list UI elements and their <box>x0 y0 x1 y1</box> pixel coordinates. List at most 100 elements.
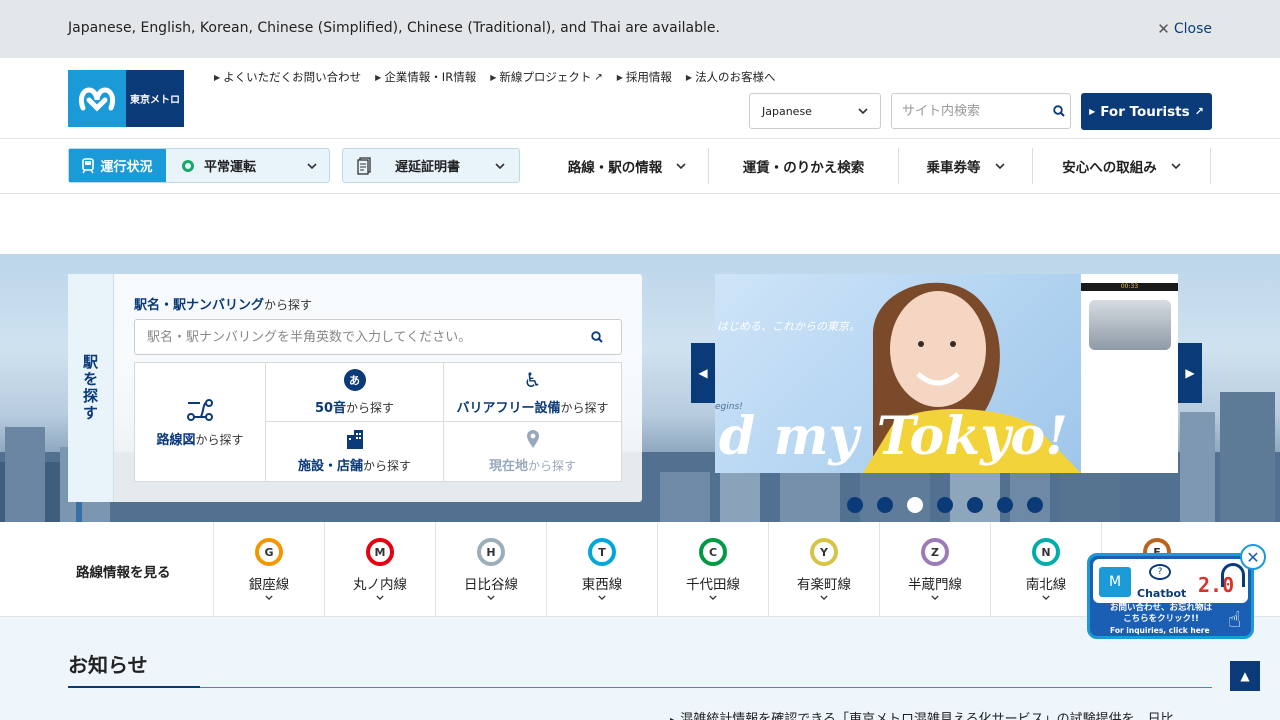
station-search-input[interactable] <box>147 329 587 345</box>
facility-label: 施設・店舗 <box>297 459 363 474</box>
line-item[interactable]: M 丸ノ内線 <box>324 522 435 617</box>
line-badge: N <box>1032 538 1060 566</box>
search-icon[interactable] <box>1048 105 1070 117</box>
delay-certificate-button[interactable]: 遅延証明書 <box>342 148 520 183</box>
notices-title: お知らせ <box>68 653 148 677</box>
promo-banner[interactable]: はじめる、これからの東京。 egins! d my Tokyo! <box>715 274 1081 473</box>
carousel-dot[interactable] <box>1027 497 1043 513</box>
util-link-faq[interactable]: ▶ よくいただくお問い合わせ <box>214 69 361 85</box>
line-name: 丸ノ内線 <box>353 577 407 593</box>
nav-item-lines-stations[interactable]: 路線・駅の情報 <box>546 148 709 184</box>
promo-sub-copy: はじめる、これからの東京。 <box>717 320 860 333</box>
nav-item-label: 路線・駅の情報 <box>567 160 663 176</box>
chevron-down-icon <box>1171 163 1181 169</box>
chatbot-line-3: For inquiries, click here <box>1110 626 1210 635</box>
route-map-sub: から探す <box>195 432 244 447</box>
nav-item-label: 運賃・のりかえ検索 <box>742 160 865 176</box>
station-search-title-sub: から探す <box>264 298 313 312</box>
line-item[interactable]: H 日比谷線 <box>435 522 546 617</box>
station-search-box <box>134 319 622 355</box>
arrow-right-icon: ▶ <box>1089 107 1096 116</box>
carousel-dot[interactable] <box>967 497 983 513</box>
chatbot-line-2: こちらをクリック!! <box>1123 614 1199 624</box>
chevron-down-icon <box>858 108 868 114</box>
line-item[interactable]: Z 半蔵門線 <box>879 522 990 617</box>
util-link-label: 法人のお客様へ <box>695 70 776 84</box>
search-by-barrier-free[interactable]: ♿ バリアフリー設備から探す <box>444 363 621 422</box>
search-by-facility[interactable]: 施設・店舗から探す <box>266 422 444 481</box>
logo-text[interactable]: 東京メトロ <box>126 70 184 127</box>
chatbot-widget[interactable]: M ? Chatbot 2.0 お問い合わせ、お忘れ物は こちらをクリック!! … <box>1087 553 1254 639</box>
arrow-right-icon: ▶ <box>616 72 623 82</box>
nav-item-tickets[interactable]: 乗車券等 <box>899 148 1033 184</box>
chevron-down-icon <box>676 163 686 169</box>
chevron-down-icon <box>709 595 717 600</box>
promo-carousel[interactable]: はじめる、これからの東京。 egins! d my Tokyo! 00:33 <box>715 274 1178 473</box>
promo-catch-copy: d my Tokyo! <box>719 406 1068 467</box>
line-name: 半蔵門線 <box>908 577 962 593</box>
promo-side-timer: 00:33 <box>1081 283 1178 291</box>
util-link-corporate[interactable]: ▶ 企業情報・IR情報 <box>375 69 476 85</box>
site-search-input[interactable] <box>902 96 1048 126</box>
search-by-route-map[interactable]: 路線図から探す <box>135 363 266 481</box>
util-link-new-line[interactable]: ▶ 新線プロジェクト ↗ <box>490 69 603 85</box>
carousel-dot[interactable] <box>997 497 1013 513</box>
line-item[interactable]: Y 有楽町線 <box>768 522 879 617</box>
line-badge: H <box>477 538 505 566</box>
search-icon[interactable] <box>591 328 603 347</box>
external-link-icon: ↗ <box>1194 105 1204 118</box>
chevron-down-icon <box>598 595 606 600</box>
line-item[interactable]: N 南北線 <box>990 522 1101 617</box>
line-item[interactable]: G 銀座線 <box>213 522 324 617</box>
kana-label: 50音 <box>314 400 347 416</box>
chatbot-close-button[interactable]: ✕ <box>1240 544 1266 570</box>
hero-section: 駅を探す 駅名・駅ナンバリングから探す 路線図から探す あ 50音から探す ♿ … <box>0 254 1280 522</box>
operation-status[interactable]: 運行状況 平常運転 <box>68 148 330 183</box>
line-badge: G <box>255 538 283 566</box>
metro-logo-icon[interactable] <box>68 70 126 127</box>
notices-divider <box>68 687 1212 688</box>
arrow-right-icon: ▶ <box>490 72 497 82</box>
chevron-down-icon <box>307 162 317 169</box>
close-icon: ✕ <box>1157 20 1170 38</box>
carousel-dot[interactable] <box>877 497 893 513</box>
arrow-right-icon: ▶ <box>1185 366 1195 380</box>
search-by-location[interactable]: 現在地から探す <box>444 422 621 481</box>
carousel-dot-active[interactable] <box>907 497 923 513</box>
chatbot-line-1: お問い合わせ、お忘れ物は <box>1109 603 1212 613</box>
util-link-label: よくいただくお問い合わせ <box>223 70 362 84</box>
util-link-business[interactable]: ▶ 法人のお客様へ <box>686 69 776 85</box>
back-to-top-button[interactable]: ▲ <box>1230 661 1260 691</box>
notice-item[interactable]: ▶ 混雑統計情報を確認できる「東京メトロ混雑見える化サービス」の試験提供を、日比 <box>670 708 1212 720</box>
arrow-left-icon: ◀ <box>698 366 708 380</box>
util-link-label: 採用情報 <box>625 70 672 84</box>
main-nav-items: 路線・駅の情報 運賃・のりかえ検索 乗車券等 安心への取組み <box>546 148 1211 184</box>
status-value-text: 平常運転 <box>204 160 257 175</box>
carousel-next-button[interactable]: ▶ <box>1178 343 1202 403</box>
facility-sub: から探す <box>363 459 412 473</box>
search-by-kana[interactable]: あ 50音から探す <box>266 363 444 422</box>
chevron-down-icon <box>931 595 939 600</box>
carousel-prev-button[interactable]: ◀ <box>691 343 715 403</box>
line-item[interactable]: T 東西線 <box>546 522 657 617</box>
carousel-pagination <box>847 497 1043 513</box>
util-link-recruit[interactable]: ▶ 採用情報 <box>617 69 672 85</box>
line-badge: T <box>588 538 616 566</box>
for-tourists-button[interactable]: ▶ For Tourists ↗ <box>1081 93 1212 130</box>
arrow-right-icon: ▶ <box>685 72 693 82</box>
language-select[interactable]: Japanese <box>749 93 881 129</box>
route-map-label: 路線図 <box>156 432 196 448</box>
station-search-tab[interactable]: 駅を探す <box>68 274 114 502</box>
chevron-down-icon <box>820 595 828 600</box>
util-link-label: 新線プロジェクト <box>499 70 592 84</box>
line-item[interactable]: C 千代田線 <box>657 522 768 617</box>
carousel-dot[interactable] <box>847 497 863 513</box>
carousel-dot[interactable] <box>937 497 953 513</box>
nav-item-safety[interactable]: 安心への取組み <box>1033 148 1211 184</box>
line-name: 日比谷線 <box>464 577 518 593</box>
nav-item-fare-search[interactable]: 運賃・のりかえ検索 <box>709 148 899 184</box>
close-banner-button[interactable]: ✕ Close <box>1157 20 1212 38</box>
speech-bubble-icon: ? <box>1149 564 1171 580</box>
location-label: 現在地 <box>488 459 528 474</box>
promo-side-ad[interactable]: 00:33 <box>1081 274 1178 473</box>
